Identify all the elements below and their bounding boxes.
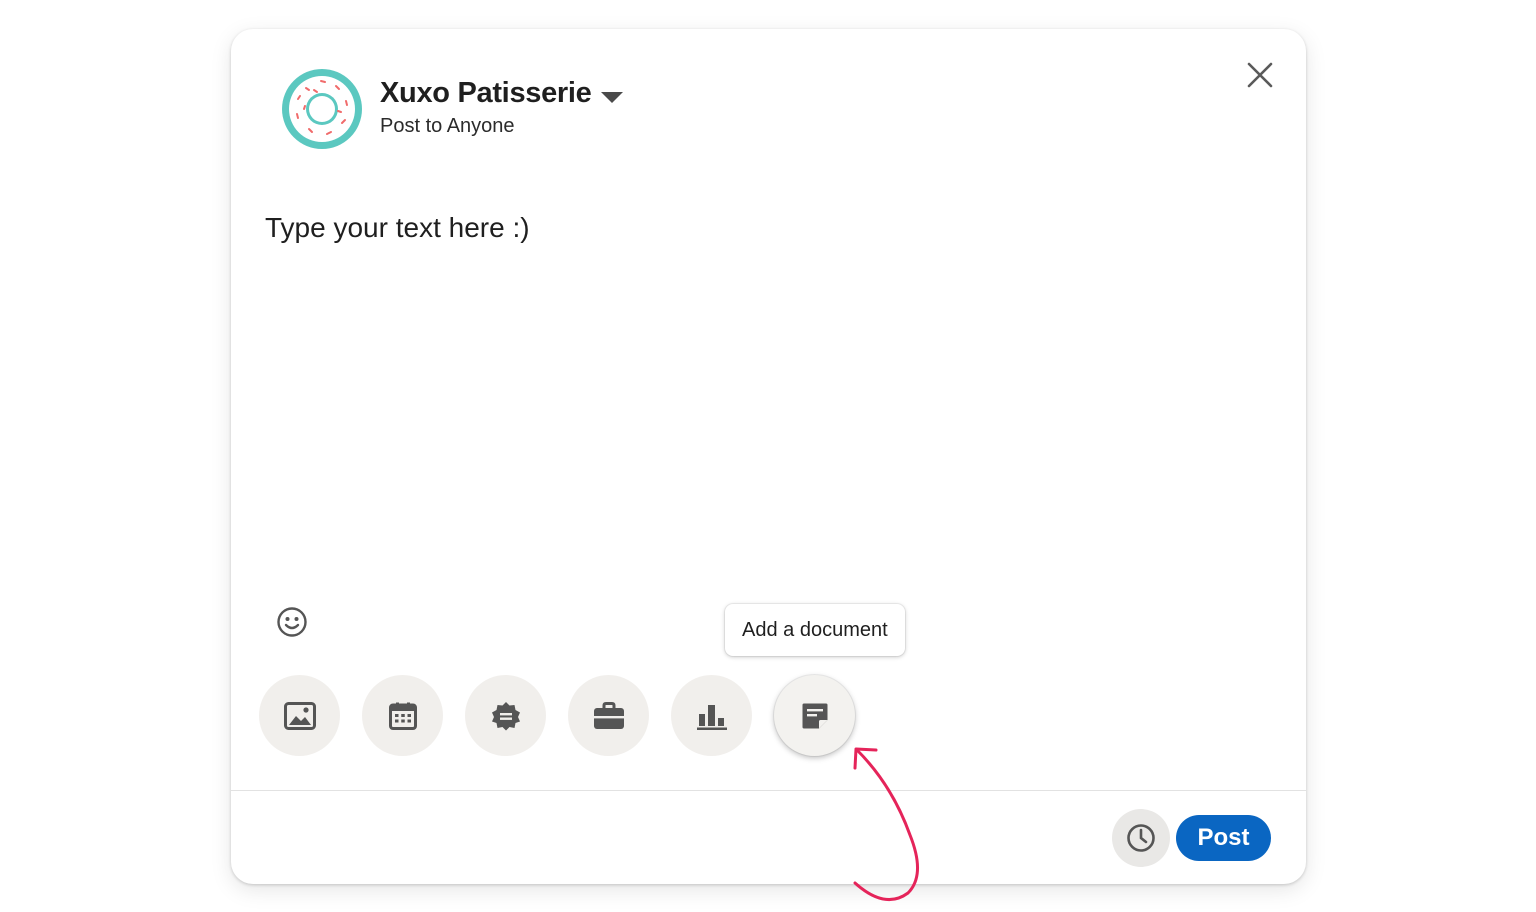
badge-icon bbox=[491, 701, 520, 730]
poll-icon bbox=[696, 704, 727, 730]
briefcase-icon bbox=[593, 701, 624, 729]
share-job-button[interactable] bbox=[568, 675, 649, 756]
post-visibility[interactable]: Post to Anyone bbox=[380, 115, 515, 138]
annotation-arrow bbox=[853, 747, 920, 902]
calendar-icon bbox=[388, 702, 417, 730]
emoji-button[interactable] bbox=[275, 605, 309, 639]
account-name[interactable]: Xuxo Patisserie bbox=[380, 77, 592, 110]
post-text-editor[interactable]: Type your text here :) bbox=[265, 212, 530, 244]
post-composer-modal: Xuxo Patisserie Post to Anyone Type your… bbox=[231, 29, 1306, 884]
schedule-post-button[interactable] bbox=[1112, 809, 1170, 867]
create-event-button[interactable] bbox=[362, 675, 443, 756]
close-icon bbox=[1247, 62, 1273, 88]
caret-down-icon[interactable] bbox=[599, 89, 625, 105]
create-poll-button[interactable] bbox=[671, 675, 752, 756]
footer-divider bbox=[231, 790, 1306, 791]
document-icon bbox=[802, 703, 827, 728]
photo-icon bbox=[283, 701, 316, 730]
add-document-tooltip: Add a document bbox=[725, 604, 905, 656]
close-button[interactable] bbox=[1241, 56, 1279, 94]
celebrate-button[interactable] bbox=[465, 675, 546, 756]
avatar bbox=[282, 69, 362, 149]
add-photo-button[interactable] bbox=[259, 675, 340, 756]
post-button[interactable]: Post bbox=[1176, 815, 1271, 861]
clock-icon bbox=[1127, 824, 1155, 852]
emoji-icon bbox=[277, 607, 307, 637]
